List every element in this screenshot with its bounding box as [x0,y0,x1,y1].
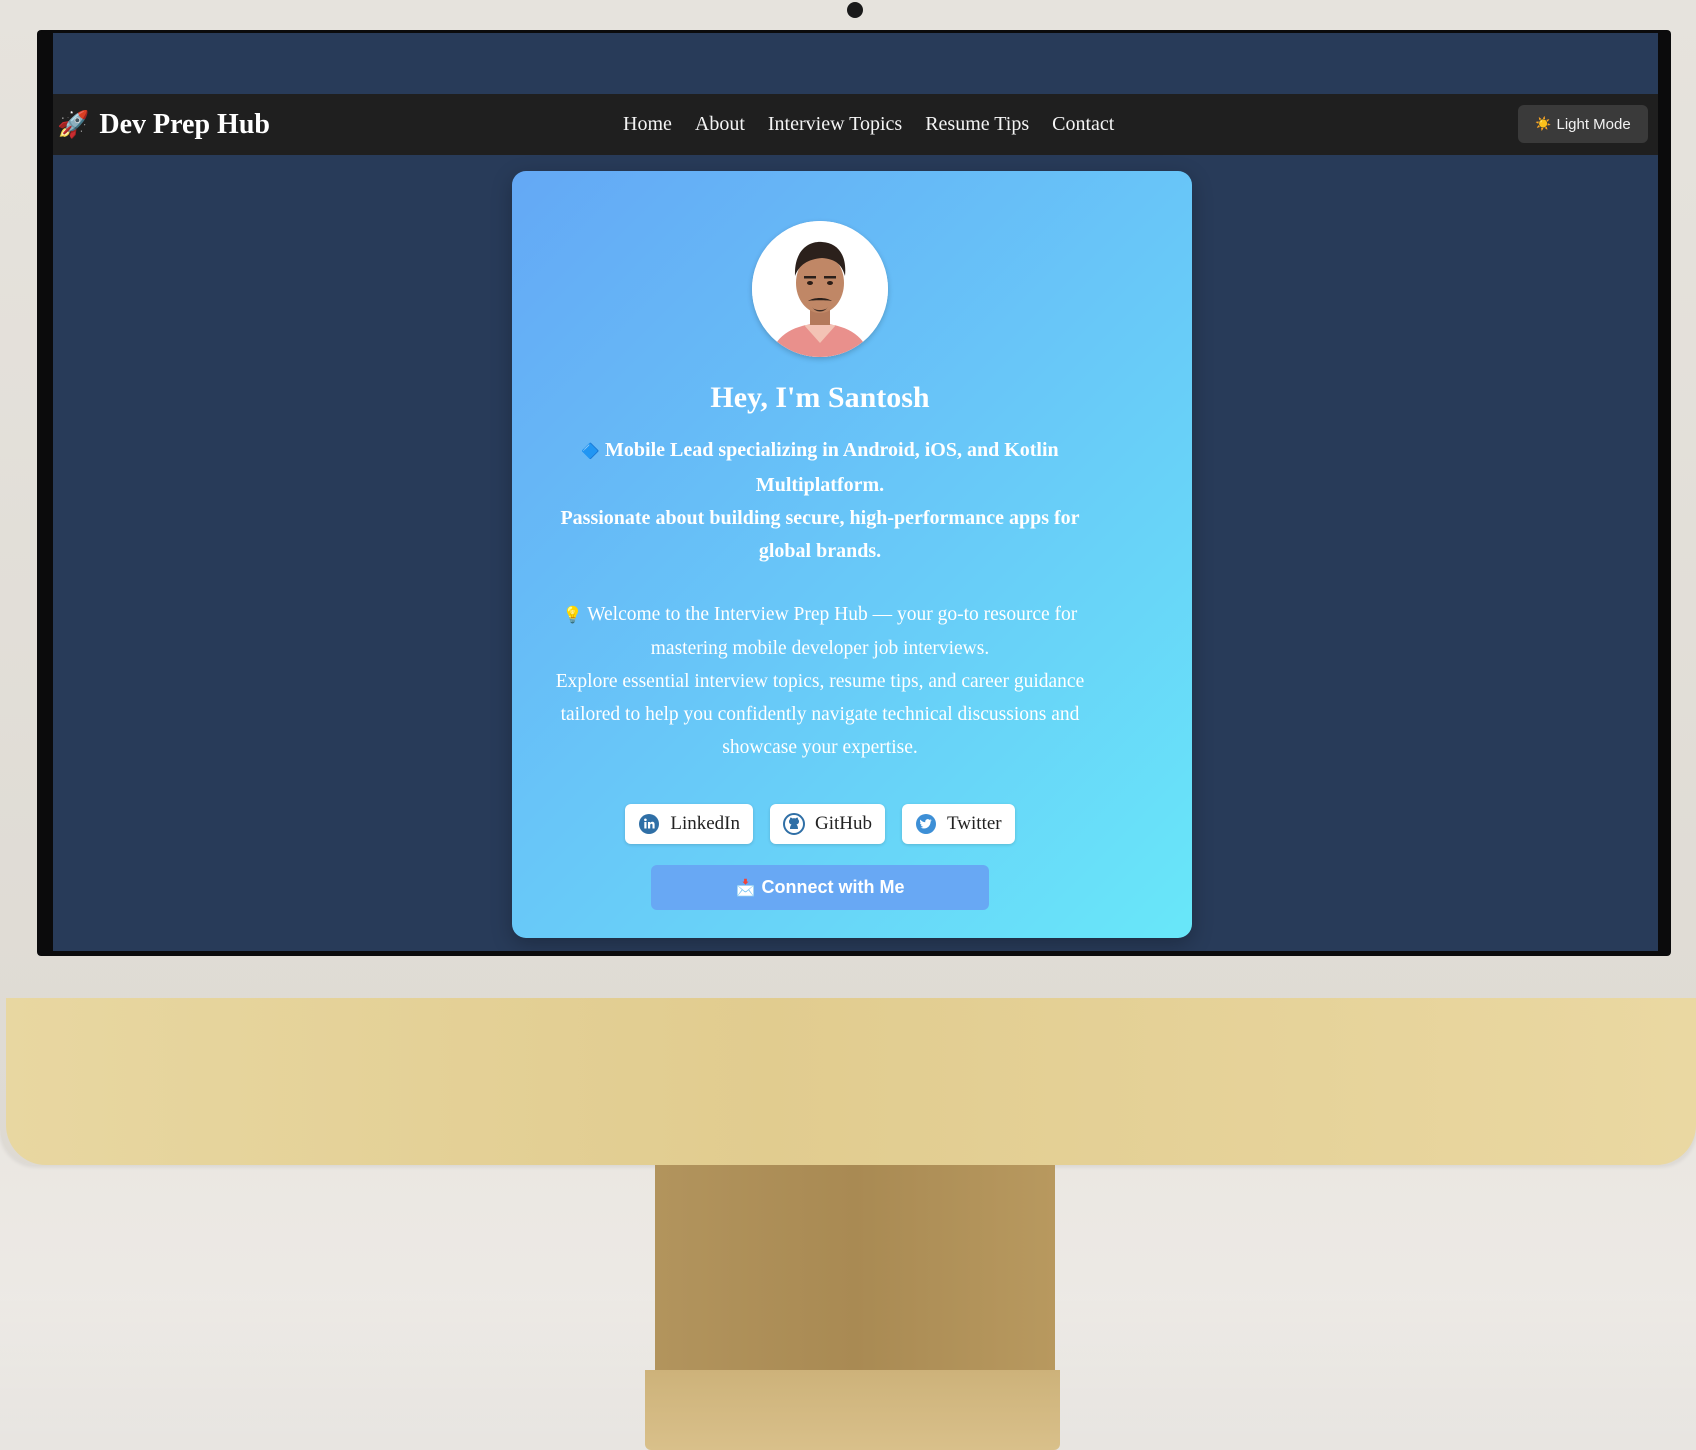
social-links: LinkedIn GitHub Twitter [512,804,1128,844]
nav-menu: Home About Interview Topics Resume Tips … [623,94,1114,155]
nav-home[interactable]: Home [623,113,672,136]
tagline-line-1: Mobile Lead specializing in Android, iOS… [605,439,1059,496]
linkedin-button[interactable]: LinkedIn [625,804,754,844]
tagline-line-2: Passionate about building secure, high-p… [560,507,1080,562]
monitor-chin [6,998,1696,1165]
profile-photo [752,221,888,357]
connect-with-me-button[interactable]: 📩 Connect with Me [651,865,989,910]
linkedin-label: LinkedIn [670,813,741,834]
github-icon [783,813,806,835]
browser-viewport: 🚀 Dev Prep Hub Home About Interview Topi… [53,33,1658,951]
welcome-line-1: Welcome to the Interview Prep Hub — your… [587,604,1078,659]
nav-about[interactable]: About [695,113,745,136]
nav-interview-topics[interactable]: Interview Topics [768,113,902,136]
connect-label: Connect with Me [761,877,905,897]
profile-photo-illustration [752,221,888,357]
github-button[interactable]: GitHub [770,804,886,844]
twitter-label: Twitter [947,813,1002,834]
rocket-icon: 🚀 [57,109,90,139]
sun-icon: ☀️ [1535,116,1552,131]
tagline: 🔷 Mobile Lead specializing in Android, i… [542,434,1098,568]
welcome-text: 💡 Welcome to the Interview Prep Hub — yo… [532,598,1108,764]
nav-resume-tips[interactable]: Resume Tips [925,113,1029,136]
brand[interactable]: 🚀 Dev Prep Hub [57,94,270,155]
lightbulb-icon: 💡 [562,607,583,624]
envelope-icon: 📩 [735,879,756,897]
twitter-button[interactable]: Twitter [902,804,1015,844]
diamond-icon: 🔷 [581,444,601,460]
brand-title: Dev Prep Hub [99,108,270,140]
monitor-stand-base [645,1370,1060,1450]
nav-contact[interactable]: Contact [1052,113,1114,136]
twitter-icon [916,814,937,834]
linkedin-icon [639,814,660,834]
profile-card: Hey, I'm Santosh 🔷 Mobile Lead specializ… [512,171,1192,938]
webcam [847,2,863,18]
navbar: 🚀 Dev Prep Hub Home About Interview Topi… [53,94,1658,155]
github-label: GitHub [815,813,873,834]
light-mode-button[interactable]: ☀️ Light Mode [1518,105,1648,143]
welcome-line-2: Explore essential interview topics, resu… [555,671,1085,758]
greeting-heading: Hey, I'm Santosh [710,381,930,414]
monitor-stand [655,1165,1055,1370]
light-mode-label: Light Mode [1556,115,1631,133]
